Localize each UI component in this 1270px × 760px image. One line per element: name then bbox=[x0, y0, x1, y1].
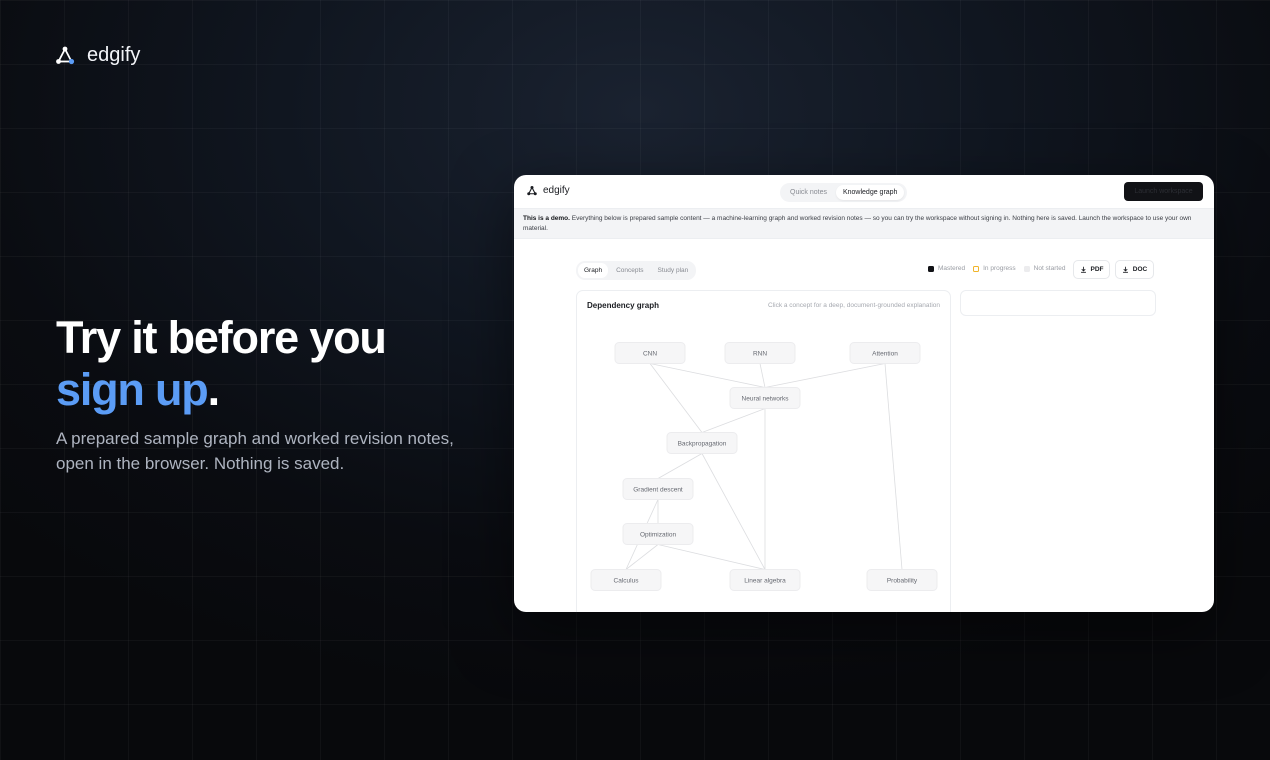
graph-node-label: Gradient descent bbox=[633, 486, 683, 493]
view-tabs: Graph Concepts Study plan bbox=[576, 261, 697, 280]
graph-edge-cnn-backprop bbox=[649, 363, 703, 433]
graph-node-label: Linear algebra bbox=[744, 577, 786, 584]
graph-edge-optimization-calculus bbox=[625, 544, 659, 570]
legend-mastered-swatch bbox=[928, 265, 934, 272]
demo-topbar: edgify Quick notes Knowledge graph Launc… bbox=[514, 175, 1214, 207]
graph-node-label: Neural networks bbox=[742, 395, 790, 402]
graph-node-backprop[interactable]: Backpropagation bbox=[666, 432, 738, 454]
demo-brand-name: edgify bbox=[543, 185, 570, 196]
graph-node-optimization[interactable]: Optimization bbox=[622, 523, 694, 545]
graph-node-cnn[interactable]: CNN bbox=[614, 342, 686, 364]
hero-title-line1: Try it before you bbox=[56, 312, 387, 363]
demo-notice-text: Everything below is prepared sample cont… bbox=[523, 215, 1192, 232]
edgify-logo-icon bbox=[56, 46, 75, 64]
export-pdf-button[interactable]: PDF bbox=[1073, 260, 1110, 279]
legend-in-progress: In progress bbox=[973, 265, 1016, 272]
graph-node-calculus[interactable]: Calculus bbox=[590, 569, 662, 591]
graph-edge-rnn-neural_networks bbox=[759, 363, 766, 388]
graph-node-label: Optimization bbox=[640, 531, 677, 538]
graph-node-label: RNN bbox=[753, 350, 767, 357]
graph-edge-attention-probability bbox=[884, 363, 903, 570]
graph-node-neural-networks[interactable]: Neural networks bbox=[729, 387, 801, 409]
demo-notice-banner: This is a demo. Everything below is prep… bbox=[514, 208, 1214, 239]
hero-title-accent: sign up bbox=[56, 364, 209, 415]
export-doc-label: DOC bbox=[1132, 266, 1148, 273]
concept-detail-panel bbox=[960, 290, 1156, 316]
legend-in-progress-label: In progress bbox=[983, 265, 1016, 272]
launch-workspace-button[interactable]: Launch workspace bbox=[1124, 182, 1203, 201]
hero-title-period: . bbox=[207, 364, 221, 415]
graph-node-grad-descent[interactable]: Gradient descent bbox=[622, 478, 694, 500]
demo-window: edgify Quick notes Knowledge graph Launc… bbox=[514, 175, 1214, 612]
dependency-graph-panel: Dependency graph Click a concept for a d… bbox=[576, 290, 951, 612]
demo-notice-bold: This is a demo. bbox=[523, 215, 570, 222]
graph-node-probability[interactable]: Probability bbox=[866, 569, 938, 591]
tab-concepts[interactable]: Concepts bbox=[610, 263, 649, 278]
graph-node-attention[interactable]: Attention bbox=[849, 342, 921, 364]
tab-graph[interactable]: Graph bbox=[578, 263, 609, 278]
hero-title: Try it before you sign up. bbox=[56, 312, 476, 416]
graph-node-label: Backpropagation bbox=[678, 440, 727, 447]
graph-edge-backprop-grad_descent bbox=[657, 453, 703, 479]
export-doc-button[interactable]: DOC bbox=[1115, 260, 1154, 279]
demo-logo-icon bbox=[527, 185, 537, 195]
graph-node-label: Calculus bbox=[614, 577, 640, 584]
graph-edge-neural_networks-backprop bbox=[701, 408, 766, 433]
brand-logo-link[interactable]: edgify bbox=[55, 44, 140, 67]
tab-knowledge-graph[interactable]: Knowledge graph bbox=[835, 185, 905, 200]
download-icon bbox=[1122, 266, 1128, 273]
tab-quick-notes[interactable]: Quick notes bbox=[783, 185, 834, 200]
graph-node-label: Attention bbox=[872, 350, 898, 357]
graph-edge-attention-neural_networks bbox=[764, 363, 886, 388]
dependency-graph: CNN RNN Attention Neural networks Backpropag… bbox=[590, 342, 938, 591]
graph-node-rnn[interactable]: RNN bbox=[724, 342, 796, 364]
graph-node-linear-algebra[interactable]: Linear algebra bbox=[729, 569, 801, 591]
tab-study-plan[interactable]: Study plan bbox=[652, 263, 695, 278]
legend-mastered-label: Mastered bbox=[938, 265, 966, 272]
legend-in-progress-swatch bbox=[973, 265, 980, 272]
graph-edge-cnn-neural_networks bbox=[649, 363, 766, 388]
legend-not-started-swatch bbox=[1023, 265, 1030, 272]
graph-node-label: Probability bbox=[887, 577, 918, 584]
graph-edge-optimization-linear_algebra bbox=[657, 544, 766, 570]
hero-section: Try it before you sign up. A prepared sam… bbox=[56, 312, 476, 476]
legend-not-started: Not started bbox=[1023, 265, 1066, 272]
hero-subtitle: A prepared sample graph and worked revis… bbox=[56, 429, 454, 473]
graph-edge-backprop-linear_algebra bbox=[701, 453, 766, 570]
export-pdf-label: PDF bbox=[1090, 266, 1104, 273]
legend-not-started-label: Not started bbox=[1033, 265, 1066, 272]
demo-brand[interactable]: edgify bbox=[527, 185, 570, 196]
brand-name: edgify bbox=[87, 44, 141, 66]
download-icon bbox=[1080, 266, 1086, 273]
legend-mastered: Mastered bbox=[928, 265, 965, 272]
mastery-legend: Mastered In progress Not started bbox=[928, 265, 1065, 272]
demo-mode-tabs: Quick notes Knowledge graph bbox=[780, 183, 908, 202]
graph-node-label: CNN bbox=[643, 350, 657, 357]
